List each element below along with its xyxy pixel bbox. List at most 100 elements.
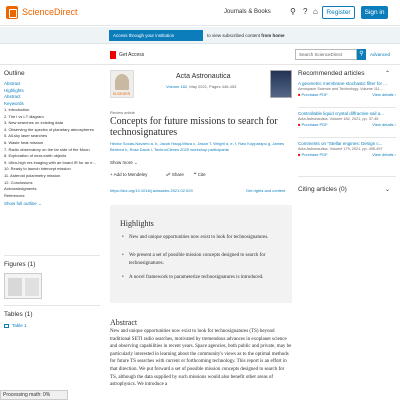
top-navigation-bar: ScienceDirect Journals & Books ⚲ ? ⌂ Reg… [0, 0, 400, 26]
institution-icon[interactable]: ⌂ [313, 8, 318, 16]
highlight-item: We present a set of possible mission con… [122, 252, 272, 267]
outline-item[interactable]: 5. All-sky laser searches [4, 133, 102, 140]
add-to-mendeley-button[interactable]: + Add to Mendeley [110, 172, 147, 177]
outline-item[interactable]: Acknowledgments [4, 186, 102, 193]
doi-link[interactable]: https://doi.org/10.1016/j.actaastro.2021… [110, 188, 193, 193]
share-button[interactable]: ☍ Share [166, 172, 184, 178]
tables-title: Tables (1) [4, 311, 33, 318]
author-list[interactable]: Hector Socas-Navarro a, b, Jacob Haqq-Mi… [110, 141, 290, 152]
highlight-item: A novel framework to parameterize techno… [122, 274, 272, 282]
outline-item[interactable]: 4. Observing the spectra of planetary at… [4, 127, 102, 134]
journals-books-link[interactable]: Journals & Books [224, 9, 271, 15]
sidebar-divider [4, 255, 100, 256]
plus-icon: + [110, 172, 113, 177]
share-label: Share [171, 172, 184, 177]
purchase-pdf-link[interactable]: ■ Purchase PDF [298, 122, 328, 127]
chevron-down-icon[interactable]: ⌄ [385, 186, 390, 193]
rights-link[interactable]: Get rights and content [246, 188, 285, 193]
show-full-outline-link[interactable]: Show full outline ⌄ [4, 201, 102, 207]
recommended-article-actions: ■ Purchase PDF View details › [298, 122, 396, 128]
volume-link[interactable]: Volume 182, [166, 84, 188, 89]
search-input[interactable]: Search ScienceDirect [295, 49, 357, 60]
show-more-label: Show more [110, 160, 133, 165]
purchase-pdf-label: Purchase PDF [301, 121, 328, 127]
article-title: Concepts for future missions to search f… [110, 116, 278, 138]
outline-panel: Outline Abstract Highlights Abstract Key… [4, 70, 102, 207]
cite-button[interactable]: ❝ Cite [194, 172, 206, 178]
outline-item[interactable]: 7. Radio observatory on the far side of … [4, 147, 102, 154]
recommended-article-title[interactable]: Comments on "Stellar engines: Design c..… [298, 141, 396, 147]
chevron-right-icon: › [394, 121, 396, 127]
pdf-icon: ■ [298, 91, 301, 97]
show-full-outline-label: Show full outline [4, 201, 37, 207]
article-actions: + Add to Mendeley ☍ Share ❝ Cite [110, 172, 295, 180]
chevron-up-icon[interactable]: ⌃ [385, 70, 390, 77]
recommended-article: A geometric membrane stochastic filter f… [298, 81, 396, 98]
elsevier-wordmark: ELSEVIER [113, 92, 131, 96]
get-access-button[interactable]: Get Access [119, 52, 144, 58]
figure-thumbnail[interactable] [4, 273, 42, 299]
chevron-right-icon: › [394, 91, 396, 97]
view-details-label: View details [372, 151, 394, 157]
help-icon[interactable]: ? [303, 8, 307, 16]
outline-item[interactable]: 8. Exploration of near-earth objects [4, 153, 102, 160]
recommended-divider [298, 107, 396, 108]
elsevier-logo-icon[interactable] [6, 6, 18, 19]
brand-name[interactable]: ScienceDirect [22, 7, 78, 17]
pdf-icon [110, 51, 116, 59]
view-details-link[interactable]: View details › [372, 92, 396, 97]
purchase-pdf-link[interactable]: ■ Purchase PDF [298, 92, 328, 97]
purchase-pdf-label: Purchase PDF [301, 91, 328, 97]
recommended-divider [298, 176, 396, 177]
chevron-right-icon: › [394, 151, 396, 157]
view-details-link[interactable]: View details › [372, 122, 396, 127]
recommended-divider [298, 137, 396, 138]
outline-item[interactable]: 10. Ready to launch intercept mission [4, 166, 102, 173]
show-more-button[interactable]: Show more ⌄ [110, 160, 138, 166]
access-text-prefix: to view subscribed content [207, 33, 261, 38]
citing-articles-title: Citing articles (0) [298, 186, 347, 193]
outline-item[interactable]: 12. Conclusions [4, 180, 102, 187]
highlight-item: New and unique opportunities now exist t… [122, 234, 272, 242]
outline-item[interactable]: 9. Ultra-high res imaging with an board … [4, 160, 102, 167]
highlights-box: Highlights New and unique opportunities … [110, 205, 292, 303]
table-link-label: Table 1 [12, 323, 27, 328]
recommended-article-title[interactable]: A geometric membrane stochastic filter f… [298, 81, 396, 87]
article-toolbar: Get Access Search ScienceDirect ⚲ Advanc… [0, 45, 400, 65]
outline-item[interactable]: 2. The l vs l-T diagram [4, 114, 102, 121]
access-institution-button[interactable]: Access through your institution [109, 30, 203, 41]
abstract-text: New and unique opportunities now exist t… [110, 329, 292, 388]
purchase-pdf-link[interactable]: ■ Purchase PDF [298, 152, 328, 157]
outline-item[interactable]: 1. Introduction [4, 107, 102, 114]
quote-icon: ❝ [194, 172, 197, 177]
access-text-bold: from home [261, 33, 285, 38]
pdf-icon: ■ [298, 151, 301, 157]
search-submit-icon[interactable]: ⚲ [357, 49, 366, 60]
outline-item[interactable]: 3. New searches on existing data [4, 120, 102, 127]
purchase-pdf-label: Purchase PDF [301, 151, 328, 157]
outline-item[interactable]: References [4, 193, 102, 200]
abstract-title: Abstract [110, 318, 138, 327]
journal-name[interactable]: Acta Astronautica [176, 73, 230, 80]
view-details-link[interactable]: View details › [372, 152, 396, 157]
register-button[interactable]: Register [322, 6, 355, 19]
recommended-article: Controllable liquid crystal diffractive … [298, 111, 396, 128]
figures-title: Figures (1) [4, 261, 36, 268]
search-icon[interactable]: ⚲ [290, 8, 296, 16]
chevron-down-icon: ⌄ [134, 160, 138, 165]
recommended-article-actions: ■ Purchase PDF View details › [298, 152, 396, 158]
access-banner-text: to view subscribed content from home [207, 33, 285, 38]
outline-item[interactable]: 11. Asteroid polarimetry mission [4, 173, 102, 180]
recommended-article-actions: ■ Purchase PDF View details › [298, 92, 396, 98]
recommended-article-title[interactable]: Controllable liquid crystal diffractive … [298, 111, 396, 117]
cite-label: Cite [197, 172, 206, 177]
sidebar-divider [4, 305, 100, 306]
advanced-search-link[interactable]: Advanced [370, 52, 390, 57]
share-icon: ☍ [166, 172, 171, 177]
outline-item[interactable]: 6. Waste heat mission [4, 140, 102, 147]
table-link[interactable]: Table 1 [4, 323, 27, 328]
sign-in-button[interactable]: Sign in [361, 6, 388, 19]
journal-cover-image[interactable] [270, 70, 292, 98]
view-details-label: View details [372, 91, 394, 97]
elsevier-tree-logo[interactable]: ELSEVIER [110, 70, 134, 98]
